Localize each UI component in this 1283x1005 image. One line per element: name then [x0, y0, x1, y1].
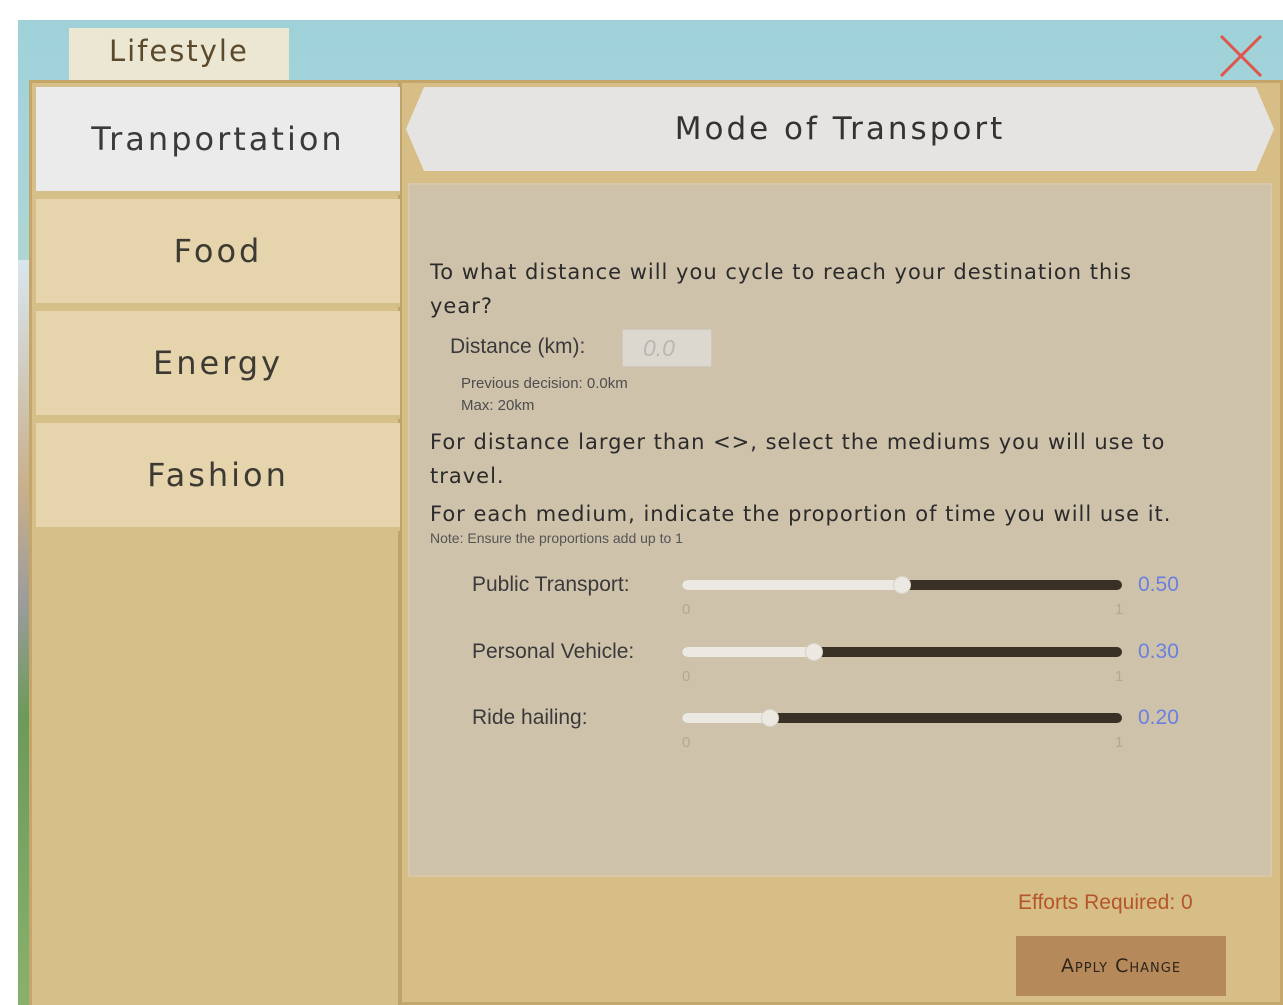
- slider-fill: [682, 713, 770, 723]
- close-icon: [1219, 34, 1263, 78]
- tab-lifestyle[interactable]: Lifestyle: [69, 28, 289, 83]
- sidebar-item-transportation[interactable]: Tranportation: [36, 87, 400, 195]
- previous-decision-text: Previous decision: 0.0km: [461, 375, 628, 392]
- slider-handle[interactable]: [761, 709, 779, 727]
- slider-fill: [682, 580, 902, 590]
- question-proportion: For each medium, indicate the proportion…: [430, 502, 1172, 526]
- slider-label: Public Transport:: [472, 573, 630, 596]
- category-sidebar: Tranportation Food Energy Fashion: [32, 83, 402, 1005]
- public-transport-slider[interactable]: [682, 576, 1122, 594]
- question-mediums-line2: travel.: [430, 464, 505, 488]
- question-cycle-line2: year?: [430, 294, 493, 318]
- slider-min-label: 0: [682, 601, 691, 618]
- slider-handle[interactable]: [893, 576, 911, 594]
- slider-min-label: 0: [682, 668, 691, 685]
- question-panel: To what distance will you cycle to reach…: [408, 183, 1272, 877]
- page-title: Mode of Transport: [406, 87, 1274, 171]
- sidebar-item-fashion[interactable]: Fashion: [36, 423, 400, 531]
- slider-handle[interactable]: [805, 643, 823, 661]
- distance-input[interactable]: 0.0: [622, 329, 712, 367]
- apply-change-button[interactable]: Apply Change: [1016, 936, 1226, 996]
- question-cycle-line1: To what distance will you cycle to reach…: [430, 260, 1133, 284]
- slider-fill: [682, 647, 814, 657]
- slider-max-label: 1: [1115, 601, 1124, 618]
- slider-max-label: 1: [1115, 734, 1124, 751]
- sidebar-item-food[interactable]: Food: [36, 199, 400, 307]
- distance-label: Distance (km):: [450, 335, 586, 358]
- personal-vehicle-slider[interactable]: [682, 643, 1122, 661]
- ride-hailing-slider[interactable]: [682, 709, 1122, 727]
- slider-value: 0.30: [1138, 640, 1179, 663]
- question-mediums-line1: For distance larger than <>, select the …: [430, 430, 1166, 454]
- slider-value: 0.20: [1138, 706, 1179, 729]
- slider-label: Ride hailing:: [472, 706, 588, 729]
- content-area: Mode of Transport To what distance will …: [406, 83, 1283, 1005]
- slider-value: 0.50: [1138, 573, 1179, 596]
- close-button[interactable]: [1218, 33, 1264, 79]
- efforts-required-text: Efforts Required: 0: [1018, 891, 1193, 914]
- slider-label: Personal Vehicle:: [472, 640, 635, 663]
- slider-min-label: 0: [682, 734, 691, 751]
- max-distance-text: Max: 20km: [461, 397, 535, 414]
- sidebar-item-energy[interactable]: Energy: [36, 311, 400, 419]
- slider-max-label: 1: [1115, 668, 1124, 685]
- lifestyle-window: Tranportation Food Energy Fashion Mode o…: [29, 80, 1283, 1005]
- proportion-note: Note: Ensure the proportions add up to 1: [430, 530, 683, 546]
